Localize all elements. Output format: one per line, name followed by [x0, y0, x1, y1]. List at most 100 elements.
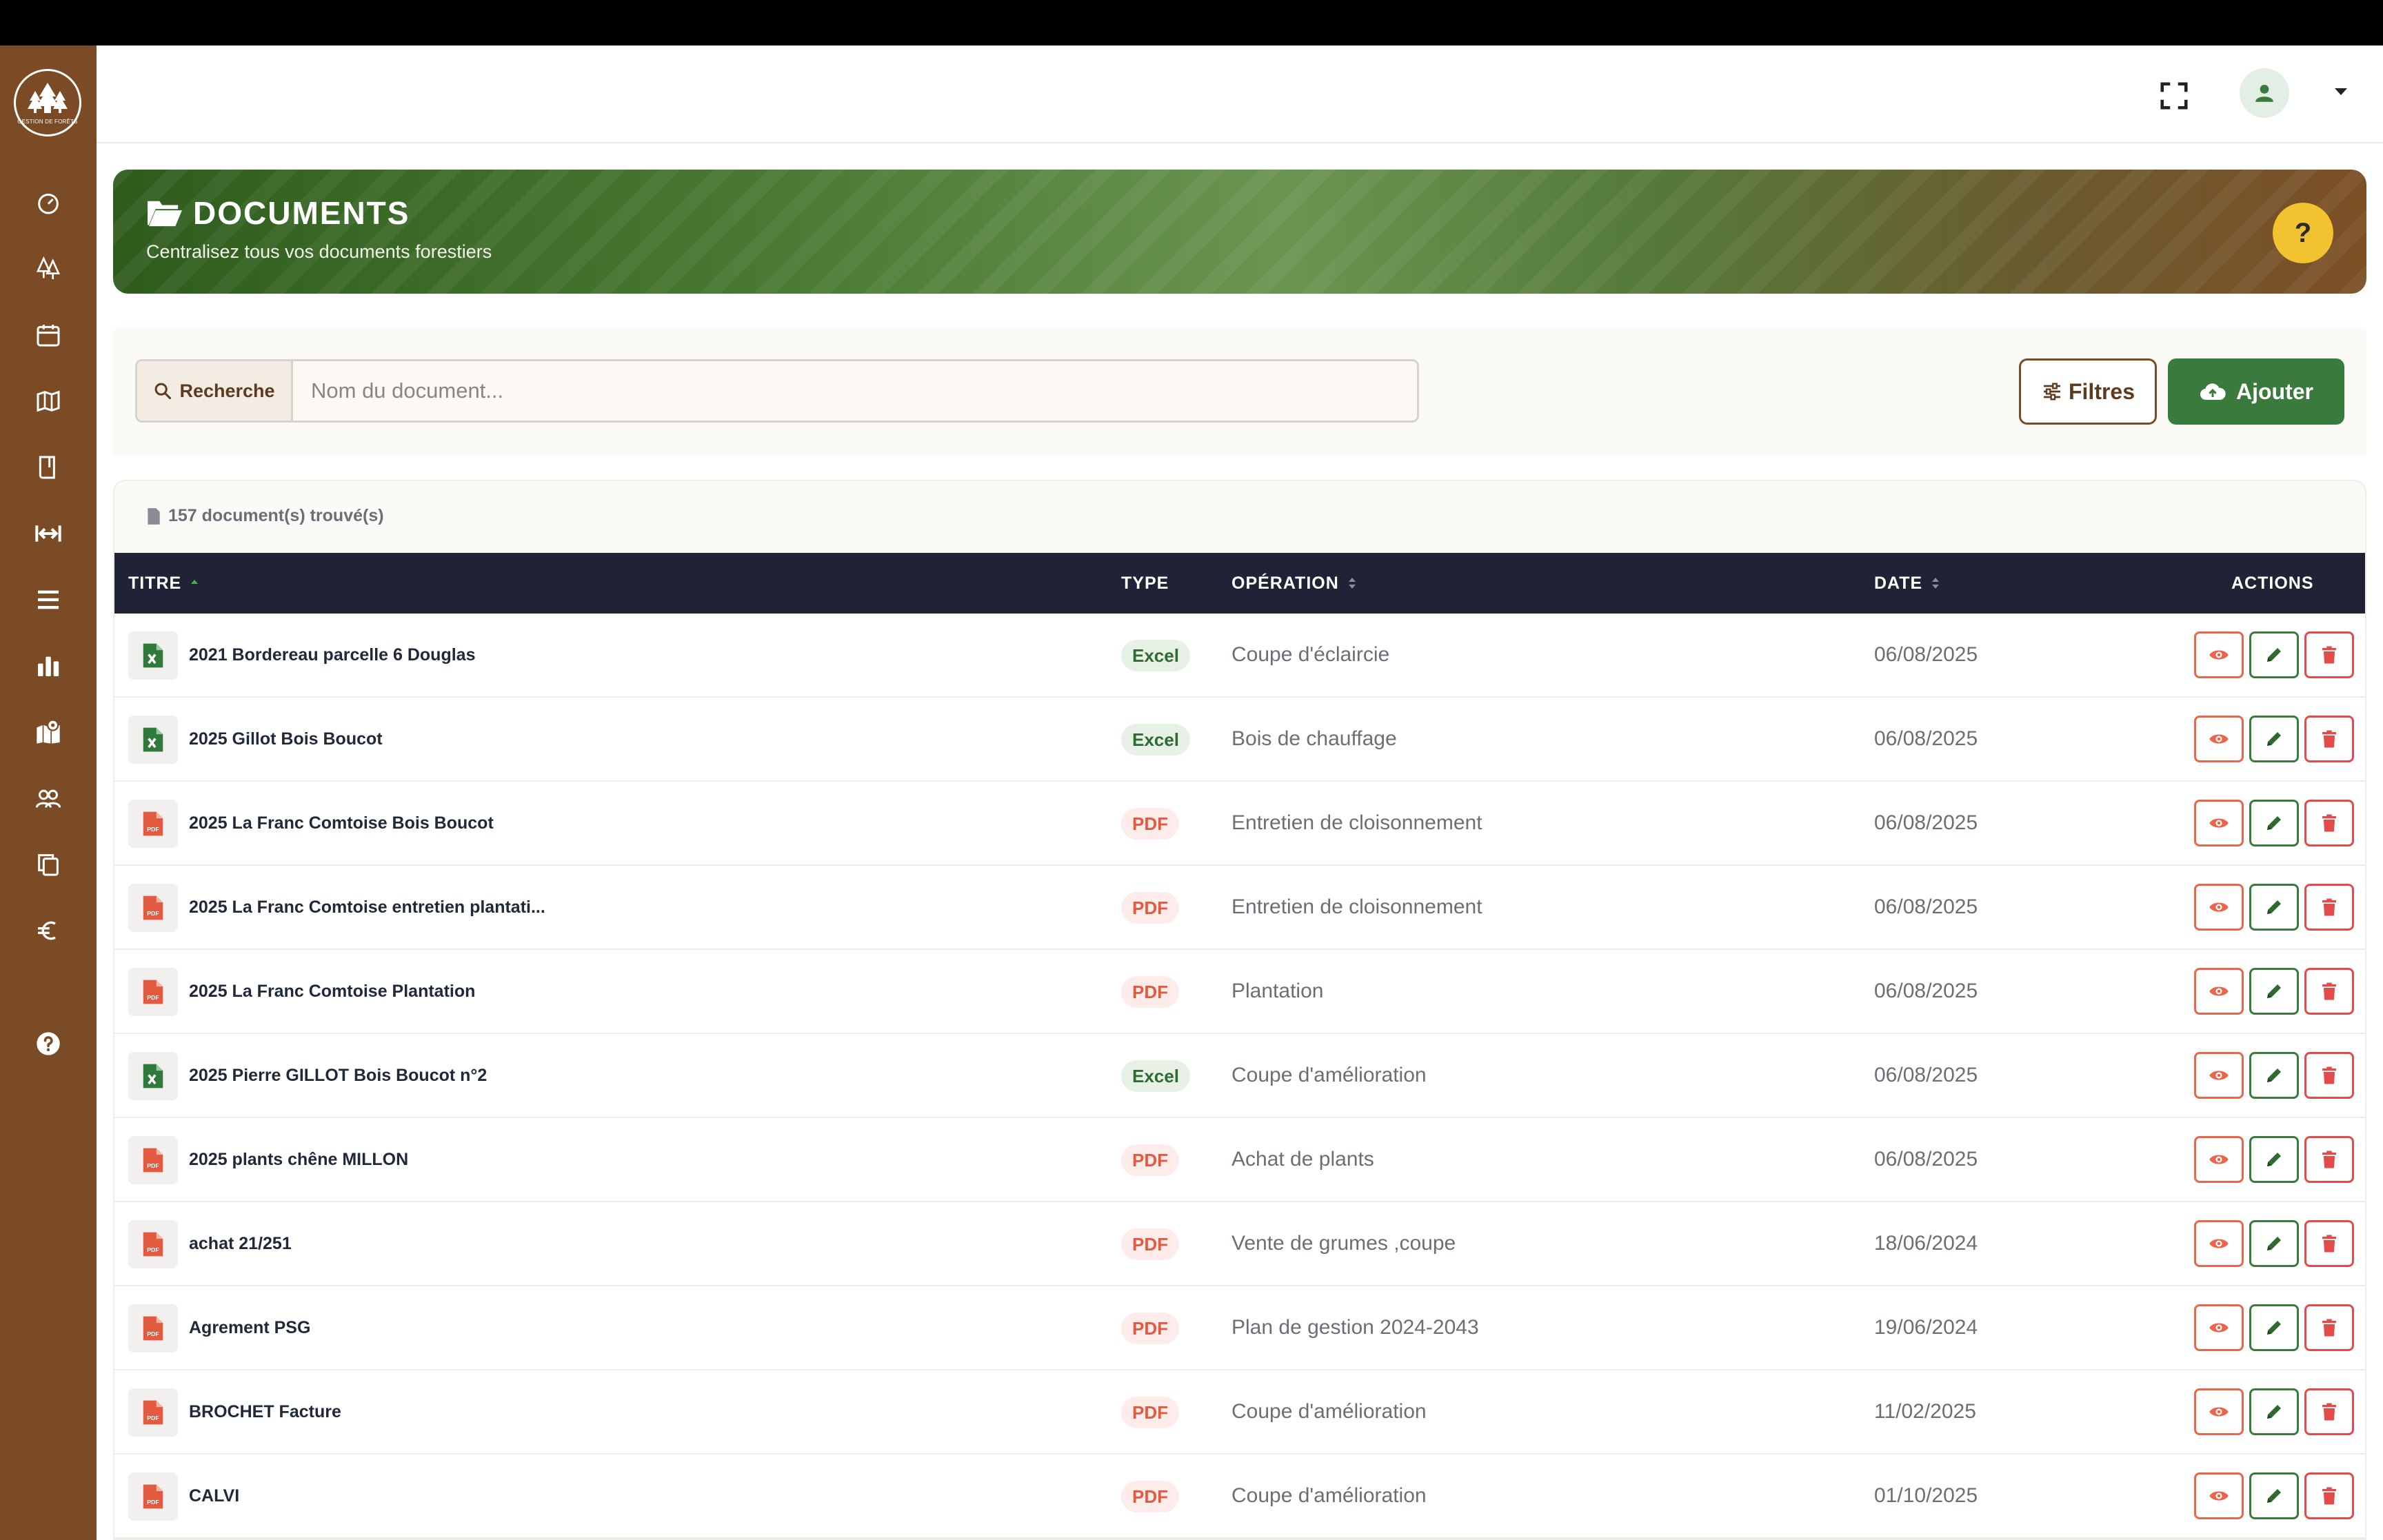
app-logo[interactable]: GESTION DE FORÊTS: [14, 69, 81, 136]
excel-file-icon: [143, 643, 163, 668]
document-date: 06/08/2025: [1874, 980, 1978, 1002]
view-button[interactable]: [2194, 631, 2244, 678]
edit-button[interactable]: [2249, 631, 2299, 678]
help-button[interactable]: ?: [2273, 203, 2333, 263]
user-avatar-button[interactable]: [2240, 68, 2289, 118]
edit-button[interactable]: [2249, 1052, 2299, 1099]
trash-icon: [2322, 982, 2336, 1000]
file-type-badge: PDF: [1121, 892, 1179, 924]
user-menu-caret[interactable]: [2335, 88, 2347, 95]
sidebar-item-statistics[interactable]: [28, 645, 69, 687]
table-row[interactable]: PDF CALVI PDF Coupe d'amélioration 01/10…: [114, 1455, 2365, 1539]
view-button[interactable]: [2194, 1304, 2244, 1351]
document-date: 06/08/2025: [1874, 811, 1978, 834]
table-row[interactable]: PDF 2025 La Franc Comtoise Bois Boucot P…: [114, 782, 2365, 866]
delete-button[interactable]: [2304, 968, 2354, 1015]
view-button[interactable]: [2194, 884, 2244, 931]
view-button[interactable]: [2194, 1472, 2244, 1519]
document-title[interactable]: 2025 La Franc Comtoise entretien plantat…: [189, 866, 545, 949]
edit-button[interactable]: [2249, 968, 2299, 1015]
sidebar-item-map-locations[interactable]: [28, 711, 69, 753]
table-row[interactable]: PDF BROCHET Facture PDF Coupe d'améliora…: [114, 1370, 2365, 1455]
delete-button[interactable]: [2304, 1472, 2354, 1519]
edit-button[interactable]: [2249, 1220, 2299, 1267]
delete-button[interactable]: [2304, 1304, 2354, 1351]
cloud-upload-icon: [2200, 383, 2226, 401]
svg-text:PDF: PDF: [147, 910, 159, 917]
sidebar-item-toggle-width[interactable]: [28, 513, 69, 554]
table-row[interactable]: PDF 2025 plants chêne MILLON PDF Achat d…: [114, 1118, 2365, 1202]
users-icon: [35, 789, 61, 808]
dashboard-gauge-icon: [38, 193, 59, 214]
sidebar-item-map[interactable]: [28, 381, 69, 422]
document-title[interactable]: 2025 La Franc Comtoise Bois Boucot: [189, 782, 494, 864]
sidebar-item-forests[interactable]: [28, 248, 69, 290]
document-title[interactable]: BROCHET Facture: [189, 1370, 341, 1453]
edit-button[interactable]: [2249, 1304, 2299, 1351]
forest-logo-icon: [28, 82, 68, 113]
document-title[interactable]: 2025 Pierre GILLOT Bois Boucot n°2: [189, 1034, 487, 1117]
document-title[interactable]: Agrement PSG: [189, 1286, 310, 1369]
table-row[interactable]: PDF 2025 La Franc Comtoise entretien pla…: [114, 866, 2365, 950]
document-title[interactable]: 2025 plants chêne MILLON: [189, 1118, 408, 1201]
edit-button[interactable]: [2249, 716, 2299, 762]
edit-button[interactable]: [2249, 1136, 2299, 1183]
delete-button[interactable]: [2304, 631, 2354, 678]
view-button[interactable]: [2194, 1052, 2244, 1099]
document-date: 06/08/2025: [1874, 1064, 1978, 1086]
delete-button[interactable]: [2304, 1052, 2354, 1099]
search-input[interactable]: [293, 361, 1417, 421]
table-row[interactable]: 2025 Pierre GILLOT Bois Boucot n°2 Excel…: [114, 1034, 2365, 1118]
edit-button[interactable]: [2249, 1472, 2299, 1519]
view-button[interactable]: [2194, 716, 2244, 762]
table-row[interactable]: PDF Agrement PSG PDF Plan de gestion 202…: [114, 1286, 2365, 1370]
sidebar-item-dashboard[interactable]: [28, 182, 69, 223]
edit-button[interactable]: [2249, 800, 2299, 847]
view-button[interactable]: [2194, 968, 2244, 1015]
eye-icon: [2209, 1323, 2229, 1333]
file-type-icon: [128, 716, 178, 764]
delete-button[interactable]: [2304, 716, 2354, 762]
delete-button[interactable]: [2304, 800, 2354, 847]
file-type-icon: PDF: [128, 968, 178, 1016]
delete-button[interactable]: [2304, 884, 2354, 931]
sidebar-item-help[interactable]: [28, 1023, 69, 1064]
arrows-horizontal-icon: [35, 525, 61, 542]
eye-icon: [2209, 902, 2229, 912]
document-title[interactable]: 2025 Gillot Bois Boucot: [189, 698, 383, 780]
file-type-icon: [128, 1052, 178, 1100]
sidebar-item-calendar[interactable]: [28, 314, 69, 356]
view-button[interactable]: [2194, 1136, 2244, 1183]
delete-button[interactable]: [2304, 1388, 2354, 1435]
pencil-icon: [2267, 984, 2281, 998]
document-operation: Coupe d'amélioration: [1231, 1064, 1427, 1086]
delete-button[interactable]: [2304, 1136, 2354, 1183]
add-document-button[interactable]: Ajouter: [2168, 358, 2344, 425]
edit-button[interactable]: [2249, 1388, 2299, 1435]
filters-button[interactable]: Filtres: [2019, 358, 2157, 425]
trash-icon: [2322, 1487, 2336, 1505]
view-button[interactable]: [2194, 1220, 2244, 1267]
pencil-icon: [2267, 1153, 2281, 1166]
table-row[interactable]: PDF 2025 La Franc Comtoise Plantation PD…: [114, 950, 2365, 1034]
fullscreen-button[interactable]: [2158, 80, 2190, 112]
table-row[interactable]: PDF achat 21/251 PDF Vente de grumes ,co…: [114, 1202, 2365, 1286]
column-header-date[interactable]: DATE: [1874, 553, 1940, 614]
sidebar-item-menu[interactable]: [28, 579, 69, 620]
column-header-operation[interactable]: OPÉRATION: [1231, 553, 1357, 614]
table-row[interactable]: 2021 Bordereau parcelle 6 Douglas Excel …: [114, 614, 2365, 698]
document-title[interactable]: 2025 La Franc Comtoise Plantation: [189, 950, 475, 1033]
sidebar-item-register[interactable]: [28, 447, 69, 488]
delete-button[interactable]: [2304, 1220, 2354, 1267]
document-title[interactable]: achat 21/251: [189, 1202, 292, 1285]
sidebar-item-users[interactable]: [28, 778, 69, 819]
table-row[interactable]: 2025 Gillot Bois Boucot Excel Bois de ch…: [114, 698, 2365, 782]
document-title[interactable]: 2021 Bordereau parcelle 6 Douglas: [189, 614, 475, 696]
sidebar-item-finance[interactable]: [28, 910, 69, 951]
document-title[interactable]: CALVI: [189, 1455, 239, 1537]
view-button[interactable]: [2194, 1388, 2244, 1435]
edit-button[interactable]: [2249, 884, 2299, 931]
view-button[interactable]: [2194, 800, 2244, 847]
sidebar-item-documents[interactable]: [28, 844, 69, 885]
column-header-title[interactable]: TITRE: [128, 553, 199, 614]
